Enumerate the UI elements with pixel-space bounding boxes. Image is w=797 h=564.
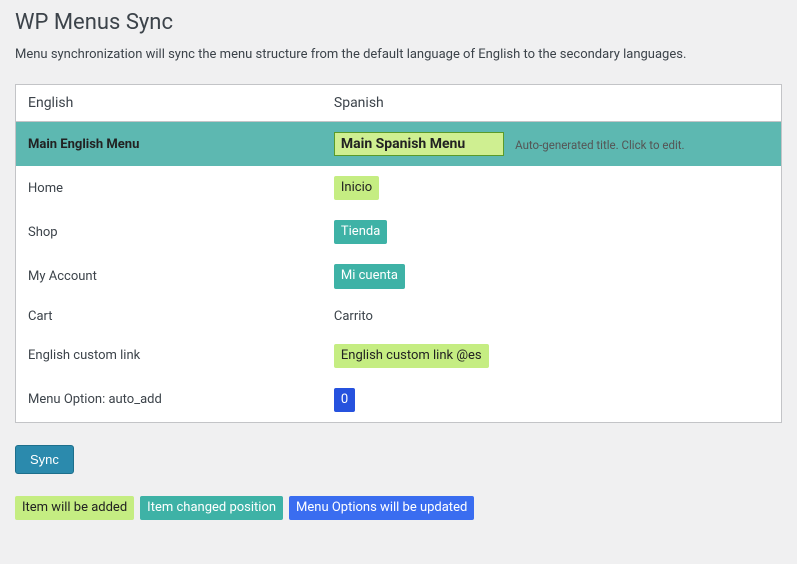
table-row: Cart Carrito bbox=[16, 299, 782, 334]
table-row: Menu Option: auto_add 0 bbox=[16, 378, 782, 423]
source-item-label: English custom link bbox=[16, 334, 322, 378]
sync-button[interactable]: Sync bbox=[15, 445, 74, 474]
page-title: WP Menus Sync bbox=[15, 10, 782, 35]
target-item-label: Carrito bbox=[322, 299, 782, 334]
target-item-badge: Inicio bbox=[334, 176, 379, 200]
table-row: Shop Tienda bbox=[16, 210, 782, 254]
source-item-label: Shop bbox=[16, 210, 322, 254]
legend-added: Item will be added bbox=[15, 496, 134, 520]
sync-table: English Spanish Main English Menu Auto-g… bbox=[15, 84, 782, 423]
source-item-label: My Account bbox=[16, 254, 322, 298]
target-menu-name-input[interactable] bbox=[334, 132, 504, 156]
target-item-badge: Mi cuenta bbox=[334, 264, 405, 288]
target-item-badge: 0 bbox=[334, 388, 355, 412]
header-target-lang: Spanish bbox=[322, 85, 782, 122]
table-row: My Account Mi cuenta bbox=[16, 254, 782, 298]
target-item-badge: Tienda bbox=[334, 220, 387, 244]
target-item-badge: English custom link @es bbox=[334, 344, 489, 368]
menu-header-row: Main English Menu Auto-generated title. … bbox=[16, 122, 782, 167]
target-menu-hint: Auto-generated title. Click to edit. bbox=[515, 138, 684, 152]
source-item-label: Menu Option: auto_add bbox=[16, 378, 322, 423]
source-menu-name: Main English Menu bbox=[16, 122, 322, 167]
page-description: Menu synchronization will sync the menu … bbox=[15, 47, 782, 62]
source-item-label: Cart bbox=[16, 299, 322, 334]
legend-updated: Menu Options will be updated bbox=[289, 496, 474, 520]
legend: Item will be added Item changed position… bbox=[15, 496, 782, 520]
source-item-label: Home bbox=[16, 166, 322, 210]
legend-changed: Item changed position bbox=[140, 496, 283, 520]
table-row: English custom link English custom link … bbox=[16, 334, 782, 378]
header-source-lang: English bbox=[16, 85, 322, 122]
table-row: Home Inicio bbox=[16, 166, 782, 210]
